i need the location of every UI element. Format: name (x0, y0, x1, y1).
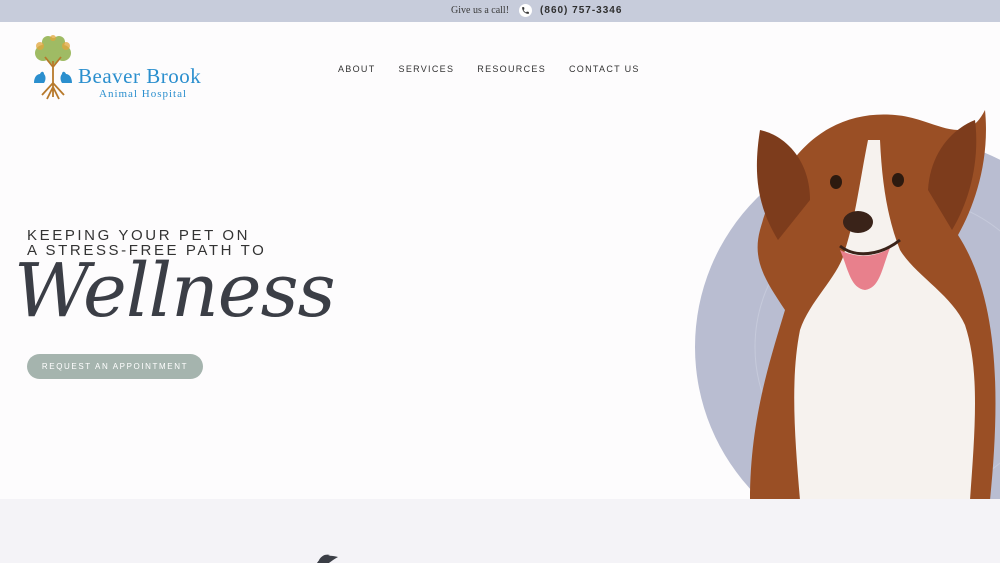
top-bar: Give us a call! (860) 757-3346 (0, 0, 1000, 22)
phone-number-link[interactable]: (860) 757-3346 (540, 5, 622, 16)
site-header: Beaver Brook Animal Hospital ABOUT SERVI… (0, 22, 1000, 102)
next-section (0, 499, 1000, 563)
leaf-icon (317, 554, 338, 563)
tree-logo-icon (34, 35, 72, 100)
logo-title: Beaver Brook (78, 64, 202, 88)
phone-icon[interactable] (519, 4, 533, 17)
dog-illustration (695, 110, 1000, 500)
call-text: Give us a call! (451, 5, 510, 16)
nav-about[interactable]: ABOUT (338, 64, 376, 74)
call-info: Give us a call! (860) 757-3346 (451, 4, 622, 17)
nav-resources[interactable]: RESOURCES (477, 64, 546, 74)
logo-subtitle: Animal Hospital (99, 88, 188, 100)
hero-script-heading: Wellness (14, 248, 336, 334)
main-nav: ABOUT SERVICES RESOURCES CONTACT US (338, 64, 663, 74)
logo[interactable]: Beaver Brook Animal Hospital (28, 33, 228, 101)
nav-contact-us[interactable]: CONTACT US (569, 64, 640, 74)
nav-services[interactable]: SERVICES (399, 64, 455, 74)
request-appointment-button[interactable]: REQUEST AN APPOINTMENT (27, 354, 203, 379)
